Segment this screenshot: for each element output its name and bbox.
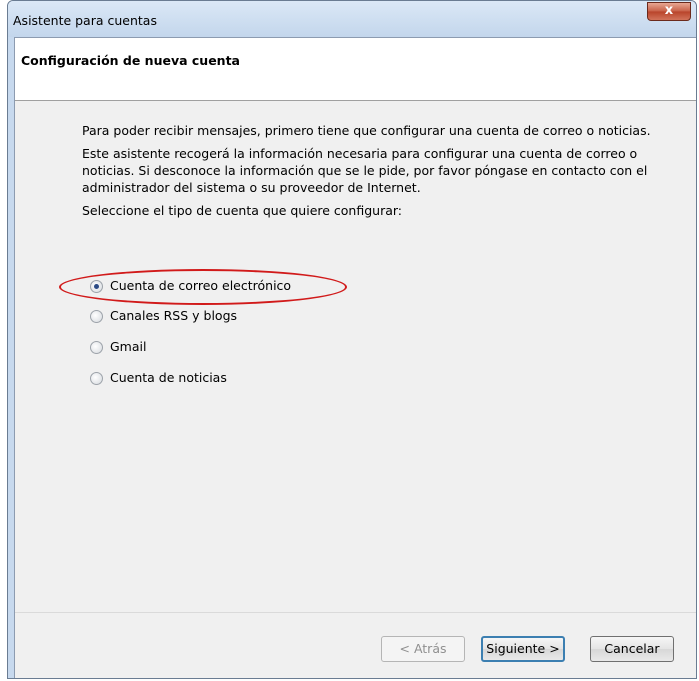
intro-text: Para poder recibir mensajes, primero tie… xyxy=(82,123,651,138)
wizard-header: Configuración de nueva cuenta xyxy=(15,38,696,101)
radio-gmail[interactable] xyxy=(90,341,103,354)
radio-rss-blogs[interactable] xyxy=(90,310,103,323)
info-text: Este asistente recogerá la información n… xyxy=(82,146,648,195)
option-label: Canales RSS y blogs xyxy=(110,308,238,323)
next-button[interactable]: Siguiente > xyxy=(481,636,565,662)
page-title: Configuración de nueva cuenta xyxy=(21,53,240,68)
window-title: Asistente para cuentas xyxy=(13,13,157,28)
title-bar[interactable]: Asistente para cuentas x xyxy=(8,1,696,37)
back-button[interactable]: < Atrás xyxy=(381,636,465,662)
option-label: Cuenta de correo electrónico xyxy=(110,278,292,293)
radio-email-account[interactable] xyxy=(90,280,103,293)
option-label: Cuenta de noticias xyxy=(110,370,227,385)
radio-news-account[interactable] xyxy=(90,372,103,385)
footer-divider xyxy=(15,612,696,613)
option-label: Gmail xyxy=(110,339,147,354)
close-button[interactable]: x xyxy=(647,2,691,21)
wizard-content: Para poder recibir mensajes, primero tie… xyxy=(82,122,652,225)
select-prompt: Seleccione el tipo de cuenta que quiere … xyxy=(82,203,403,218)
wizard-dialog: Configuración de nueva cuenta Para poder… xyxy=(14,37,696,678)
cancel-button[interactable]: Cancelar xyxy=(590,636,674,662)
account-wizard-window: Asistente para cuentas x Configuración d… xyxy=(7,0,697,679)
close-icon: x xyxy=(664,3,674,18)
